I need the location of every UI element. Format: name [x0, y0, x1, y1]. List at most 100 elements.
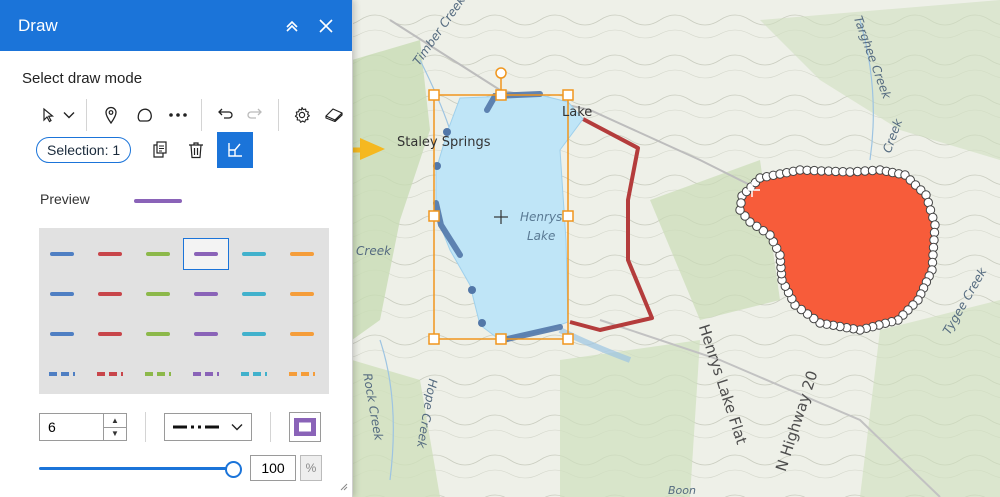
- more-tools-button[interactable]: [163, 100, 193, 130]
- undo-button[interactable]: [210, 100, 240, 130]
- polygon-tool-button[interactable]: [127, 100, 163, 130]
- line-style-swatch[interactable]: [39, 278, 85, 310]
- line-style-stroke: [242, 332, 266, 336]
- redo-icon: [247, 108, 262, 119]
- spinner-down-icon[interactable]: ▼: [104, 426, 126, 441]
- edit-vertices-button[interactable]: [217, 132, 254, 168]
- line-style-stroke: [146, 252, 170, 256]
- selection-count-chip[interactable]: Selection: 1: [36, 137, 132, 163]
- line-style-swatch[interactable]: [135, 318, 181, 350]
- opacity-slider-track[interactable]: [39, 467, 229, 470]
- line-style-stroke: [49, 372, 75, 376]
- point-tool-button[interactable]: [95, 100, 127, 130]
- resize-handle[interactable]: [495, 89, 507, 101]
- line-color-button[interactable]: [289, 412, 321, 442]
- line-style-stroke: [146, 332, 170, 336]
- duplicate-button[interactable]: [145, 135, 175, 165]
- opacity-unit-label: %: [300, 455, 322, 481]
- line-style-stroke: [98, 292, 122, 296]
- resize-handle[interactable]: [562, 210, 574, 222]
- line-style-stroke: [194, 252, 218, 256]
- line-style-swatch[interactable]: [231, 358, 277, 390]
- line-style-swatch[interactable]: [39, 318, 85, 350]
- rotate-handle[interactable]: [495, 67, 507, 79]
- controls-divider: [145, 412, 146, 442]
- label-lake: Lake: [562, 105, 593, 120]
- edit-vertices-icon: [228, 143, 243, 157]
- close-button[interactable]: [312, 12, 340, 40]
- opacity-slider-thumb[interactable]: [225, 461, 242, 478]
- line-style-swatch[interactable]: [231, 318, 277, 350]
- resize-grip-icon[interactable]: [338, 481, 348, 491]
- resize-handle[interactable]: [428, 210, 440, 222]
- settings-button[interactable]: [287, 100, 317, 130]
- dash-style-select[interactable]: [164, 413, 252, 441]
- pointer-icon: [43, 107, 55, 123]
- collapse-button[interactable]: [278, 12, 306, 40]
- copy-icon: [153, 141, 167, 158]
- line-style-swatch[interactable]: [87, 238, 133, 270]
- chevron-down-icon: [231, 424, 243, 431]
- line-style-swatch[interactable]: [183, 358, 229, 390]
- line-width-value[interactable]: 6: [40, 414, 103, 440]
- dash-pattern-icon: [173, 425, 219, 429]
- line-style-swatch[interactable]: [87, 358, 133, 390]
- line-style-swatch[interactable]: [231, 278, 277, 310]
- select-tool-button[interactable]: [36, 100, 60, 130]
- label-henrys: Henrys: [520, 210, 563, 224]
- line-style-stroke: [290, 252, 314, 256]
- collapse-icon: [286, 20, 298, 32]
- line-style-stroke: [98, 332, 122, 336]
- line-style-swatch[interactable]: [183, 318, 229, 350]
- toolbar-divider: [201, 99, 202, 131]
- line-style-swatch[interactable]: [39, 238, 85, 270]
- line-style-swatch[interactable]: [231, 238, 277, 270]
- label-boon: Boon: [668, 484, 696, 497]
- line-style-stroke: [194, 292, 218, 296]
- line-style-swatch[interactable]: [279, 358, 325, 390]
- resize-handle[interactable]: [495, 333, 507, 345]
- opacity-input[interactable]: 100: [250, 455, 296, 481]
- spinner-up-icon[interactable]: ▲: [104, 414, 126, 427]
- line-style-stroke: [97, 372, 123, 376]
- line-style-swatch[interactable]: [183, 238, 229, 270]
- redo-button[interactable]: [240, 100, 270, 130]
- line-style-stroke: [194, 332, 218, 336]
- select-tool-dropdown[interactable]: [60, 100, 78, 130]
- draw-toolbar: [36, 97, 351, 133]
- opacity-control: 100 %: [39, 454, 329, 482]
- line-style-gallery: [39, 228, 329, 394]
- line-style-swatch[interactable]: [39, 358, 85, 390]
- polygon-icon: [137, 108, 152, 122]
- resize-handle[interactable]: [562, 89, 574, 101]
- label-staley-springs: Staley Springs: [397, 135, 491, 150]
- line-style-swatch[interactable]: [279, 238, 325, 270]
- eraser-button[interactable]: [317, 100, 351, 130]
- resize-handle[interactable]: [428, 333, 440, 345]
- panel-header: Draw: [0, 0, 352, 51]
- draw-panel: Draw Select draw mode Selection: 1 Previ…: [0, 0, 353, 497]
- stepper-buttons: ▲ ▼: [103, 414, 126, 440]
- undo-icon: [218, 108, 233, 119]
- color-swatch-icon: [294, 418, 316, 436]
- toolbar-divider: [86, 99, 87, 131]
- line-style-swatch[interactable]: [135, 238, 181, 270]
- resize-handle[interactable]: [562, 333, 574, 345]
- vertex-handle[interactable]: [736, 198, 746, 208]
- line-style-swatch[interactable]: [87, 318, 133, 350]
- line-style-stroke: [145, 372, 171, 376]
- line-style-swatch[interactable]: [279, 278, 325, 310]
- line-style-stroke: [241, 372, 267, 376]
- line-style-swatch[interactable]: [135, 278, 181, 310]
- draw-mode-label: Select draw mode: [22, 70, 143, 87]
- eraser-icon: [325, 108, 343, 122]
- selection-toolbar: Selection: 1: [36, 132, 254, 168]
- line-style-swatch[interactable]: [183, 278, 229, 310]
- line-width-stepper[interactable]: 6 ▲ ▼: [39, 413, 127, 441]
- line-style-swatch[interactable]: [135, 358, 181, 390]
- delete-button[interactable]: [181, 135, 211, 165]
- line-style-swatch[interactable]: [279, 318, 325, 350]
- line-style-stroke: [50, 292, 74, 296]
- resize-handle[interactable]: [428, 89, 440, 101]
- line-style-swatch[interactable]: [87, 278, 133, 310]
